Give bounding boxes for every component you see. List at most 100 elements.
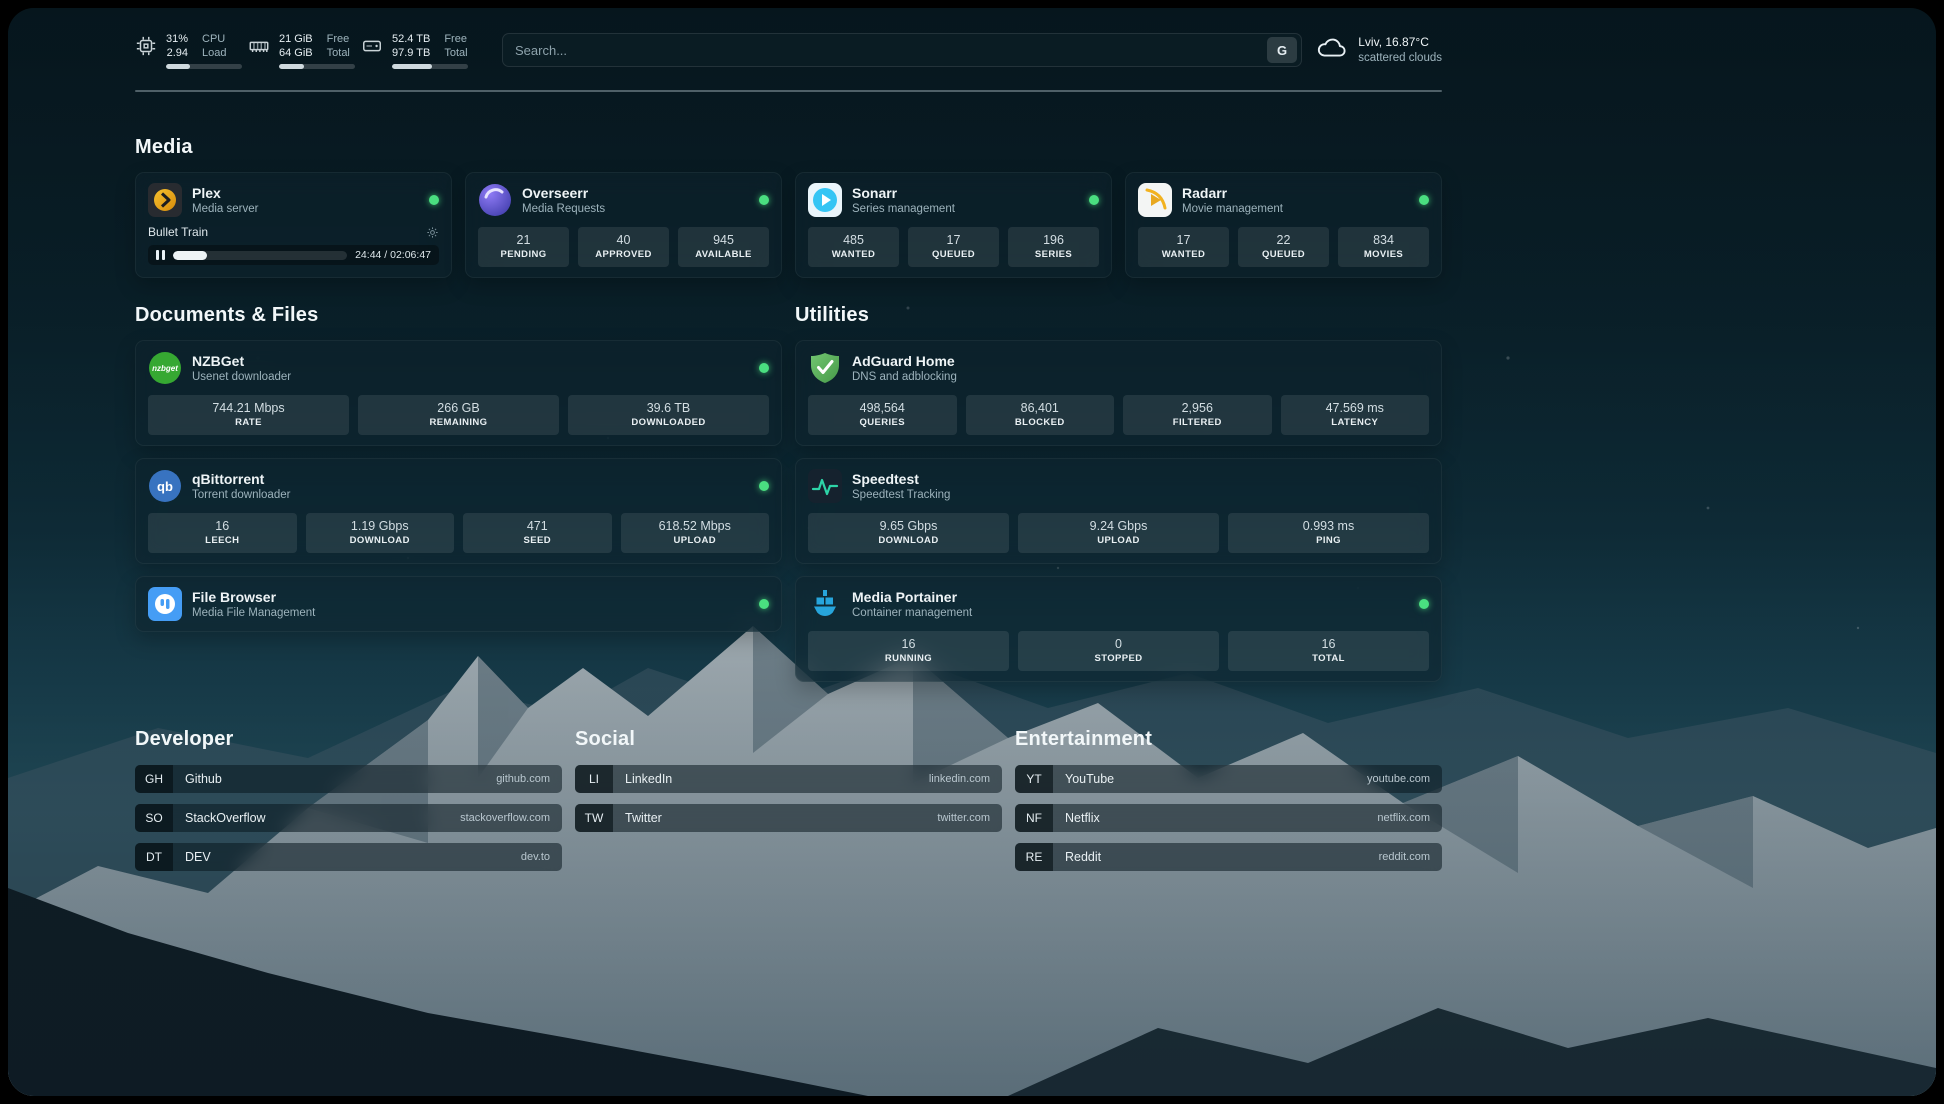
service-name: Radarr [1182, 185, 1283, 202]
stat-remaining: 266 GB REMAINING [358, 395, 559, 435]
bookmark-name: YouTube [1053, 772, 1114, 786]
bookmark-youtube[interactable]: YT YouTube youtube.com [1015, 765, 1442, 793]
search-input[interactable] [515, 43, 1267, 58]
search-bar: G [502, 33, 1302, 67]
memory-progress-bar [279, 64, 355, 69]
bookmark-name: Reddit [1053, 850, 1101, 864]
pause-button[interactable] [156, 250, 165, 260]
app-window: 31% 2.94 CPU Load [8, 8, 1936, 1096]
stat-pending: 21 PENDING [478, 227, 569, 267]
bookmark-netflix[interactable]: NF Netflix netflix.com [1015, 804, 1442, 832]
status-dot [759, 599, 769, 609]
service-card-plex[interactable]: Plex Media server Bullet Train [135, 172, 452, 278]
service-card-overseerr[interactable]: Overseerr Media Requests 21 PENDING 40 A… [465, 172, 782, 278]
cpu-widget: 31% 2.94 CPU Load [135, 32, 242, 69]
weather-condition: scattered clouds [1358, 50, 1442, 66]
disk-progress-bar [392, 64, 468, 69]
stat-queries: 498,564 QUERIES [808, 395, 957, 435]
bookmark-group-developer: Developer GH Github github.com SO StackO… [135, 728, 562, 871]
cpu-progress-bar [166, 64, 242, 69]
stat-upload: 618.52 Mbps UPLOAD [621, 513, 770, 553]
service-name: Media Portainer [852, 589, 972, 606]
media-heading: Media [135, 136, 1442, 159]
section-media: Media Plex Media server [135, 136, 1442, 278]
bookmark-domain: dev.to [521, 851, 562, 863]
radarr-icon [1138, 183, 1172, 217]
stat-leech: 16 LEECH [148, 513, 297, 553]
bookmark-abbr: RE [1015, 843, 1053, 871]
service-description: Series management [852, 202, 955, 216]
playback-bar: 24:44 / 02:06:47 [148, 245, 439, 265]
service-name: File Browser [192, 589, 315, 606]
stat-ping: 0.993 ms PING [1228, 513, 1429, 553]
cpu-percent: 31% [166, 32, 188, 46]
status-dot [759, 481, 769, 491]
settings-gear-icon[interactable] [426, 226, 439, 239]
weather-location: Lviv, 16.87°C [1358, 34, 1442, 50]
memory-label-1: Free [327, 32, 350, 46]
disk-icon [361, 35, 383, 57]
speedtest-icon [808, 469, 842, 503]
service-card-radarr[interactable]: Radarr Movie management 17 WANTED 22 QUE… [1125, 172, 1442, 278]
bookmark-domain: netflix.com [1377, 812, 1442, 824]
filebrowser-icon [148, 587, 182, 621]
stat-upload: 9.24 Gbps UPLOAD [1018, 513, 1219, 553]
bookmark-abbr: DT [135, 843, 173, 871]
bookmark-domain: github.com [496, 773, 562, 785]
bookmark-twitter[interactable]: TW Twitter twitter.com [575, 804, 1002, 832]
stat-download: 9.65 Gbps DOWNLOAD [808, 513, 1009, 553]
bookmark-linkedin[interactable]: LI LinkedIn linkedin.com [575, 765, 1002, 793]
memory-label-2: Total [327, 46, 350, 60]
service-description: Speedtest Tracking [852, 488, 950, 502]
service-name: Sonarr [852, 185, 955, 202]
service-card-portainer[interactable]: Media Portainer Container management 16 … [795, 576, 1442, 682]
stat-downloaded: 39.6 TB DOWNLOADED [568, 395, 769, 435]
sonarr-icon [808, 183, 842, 217]
bookmark-abbr: NF [1015, 804, 1053, 832]
disk-label-2: Total [444, 46, 467, 60]
bookmark-domain: twitter.com [937, 812, 1002, 824]
stat-approved: 40 APPROVED [578, 227, 669, 267]
service-name: Speedtest [852, 471, 950, 488]
service-card-speedtest[interactable]: Speedtest Speedtest Tracking 9.65 Gbps D… [795, 458, 1442, 564]
stat-wanted: 17 WANTED [1138, 227, 1229, 267]
developer-heading: Developer [135, 728, 562, 751]
cpu-label-2: Load [202, 46, 226, 60]
service-card-filebrowser[interactable]: File Browser Media File Management [135, 576, 782, 632]
service-card-sonarr[interactable]: Sonarr Series management 485 WANTED 17 Q… [795, 172, 1112, 278]
stat-movies: 834 MOVIES [1338, 227, 1429, 267]
status-dot [759, 363, 769, 373]
bookmark-github[interactable]: GH Github github.com [135, 765, 562, 793]
service-description: Container management [852, 606, 972, 620]
service-name: NZBGet [192, 353, 291, 370]
service-card-nzbget[interactable]: nzbget NZBGet Usenet downloader 744.21 M… [135, 340, 782, 446]
bookmark-reddit[interactable]: RE Reddit reddit.com [1015, 843, 1442, 871]
service-description: DNS and adblocking [852, 370, 957, 384]
service-name: AdGuard Home [852, 353, 957, 370]
bookmark-abbr: YT [1015, 765, 1053, 793]
service-card-qbittorrent[interactable]: qb qBittorrent Torrent downloader 16 LEE… [135, 458, 782, 564]
service-description: Media Requests [522, 202, 605, 216]
playback-progress-track[interactable] [173, 251, 348, 260]
disk-widget: 52.4 TB 97.9 TB Free Total [361, 32, 468, 69]
bookmark-group-entertainment: Entertainment YT YouTube youtube.com NF … [1015, 728, 1442, 871]
stat-stopped: 0 STOPPED [1018, 631, 1219, 671]
bookmark-domain: linkedin.com [929, 773, 1002, 785]
service-card-adguard[interactable]: AdGuard Home DNS and adblocking 498,564 … [795, 340, 1442, 446]
search-engine-button[interactable]: G [1267, 37, 1297, 63]
status-dot [1419, 195, 1429, 205]
bookmark-dev[interactable]: DT DEV dev.to [135, 843, 562, 871]
adguard-icon [808, 351, 842, 385]
bookmarks-section: Developer GH Github github.com SO StackO… [135, 728, 1442, 871]
svg-text:qb: qb [157, 479, 173, 494]
memory-total: 64 GiB [279, 46, 313, 60]
bookmark-domain: stackoverflow.com [460, 812, 562, 824]
bookmark-stackoverflow[interactable]: SO StackOverflow stackoverflow.com [135, 804, 562, 832]
bookmark-name: Netflix [1053, 811, 1100, 825]
topbar-divider [135, 90, 1442, 92]
entertainment-heading: Entertainment [1015, 728, 1442, 751]
bookmark-name: Twitter [613, 811, 662, 825]
memory-free: 21 GiB [279, 32, 313, 46]
status-dot [429, 195, 439, 205]
stat-queued: 17 QUEUED [908, 227, 999, 267]
